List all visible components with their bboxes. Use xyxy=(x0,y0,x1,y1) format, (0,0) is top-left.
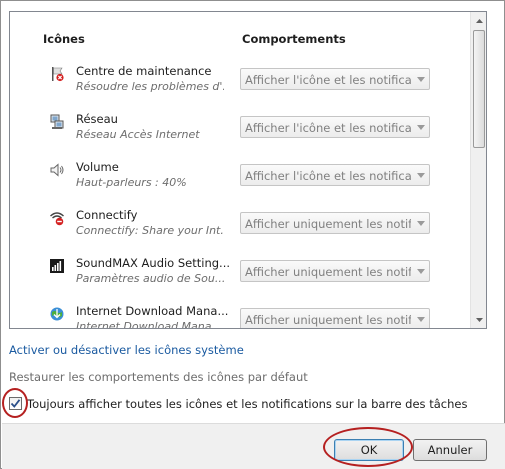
column-header-behaviors: Comportements xyxy=(242,32,346,46)
list-item: Volume Haut-parleurs : 40% Afficher l'ic… xyxy=(10,156,470,204)
network-icon xyxy=(49,114,65,130)
always-show-all-icons-label[interactable]: Toujours afficher toutes les icônes et l… xyxy=(27,397,467,411)
behavior-selected-value: Afficher uniquement les notificati xyxy=(245,265,411,279)
scrollbar-thumb[interactable] xyxy=(473,30,485,148)
vertical-scrollbar[interactable] xyxy=(470,12,486,328)
behavior-selected-value: Afficher uniquement les notificati xyxy=(245,217,411,231)
behavior-selected-value: Afficher uniquement les notificati xyxy=(245,313,411,327)
behavior-selected-value: Afficher l'icône et les notificatio xyxy=(245,121,411,135)
action-center-flag-icon xyxy=(49,66,65,82)
system-icons-link[interactable]: Activer ou désactiver les icônes système xyxy=(9,343,244,357)
annotation-circle-checkbox xyxy=(2,388,28,418)
list-item: Centre de maintenance Résoudre les probl… xyxy=(10,60,470,108)
icons-list-panel: Icônes Comportements Centre de maintenan… xyxy=(9,11,487,329)
behavior-dropdown[interactable]: Afficher uniquement les notificati xyxy=(240,212,430,234)
behavior-selected-value: Afficher l'icône et les notificatio xyxy=(245,169,411,183)
chevron-down-icon xyxy=(412,213,429,233)
column-header-icons: Icônes xyxy=(43,32,85,46)
speaker-volume-icon xyxy=(49,162,65,178)
item-description: Internet Download Mana... xyxy=(76,320,222,329)
chevron-down-icon xyxy=(412,117,429,137)
item-name: Centre de maintenance xyxy=(76,64,212,78)
annotation-circle-ok xyxy=(323,427,413,467)
item-name: Volume xyxy=(76,160,119,174)
chevron-down-icon xyxy=(412,165,429,185)
behavior-dropdown[interactable]: Afficher l'icône et les notificatio xyxy=(240,68,430,90)
chevron-down-icon xyxy=(412,261,429,281)
item-description: Haut-parleurs : 40% xyxy=(76,176,187,189)
behavior-selected-value: Afficher l'icône et les notificatio xyxy=(245,73,411,87)
scroll-up-arrow-icon[interactable] xyxy=(471,12,486,29)
internet-download-manager-icon xyxy=(49,306,65,322)
chevron-down-icon xyxy=(412,309,429,328)
item-name: Connectify xyxy=(76,208,138,222)
item-description: Connectify: Share your Int... xyxy=(76,224,224,237)
scroll-down-arrow-icon[interactable] xyxy=(471,311,486,328)
list-item: Connectify Connectify: Share your Int...… xyxy=(10,204,470,252)
list-item: Réseau Réseau Accès Internet Afficher l'… xyxy=(10,108,470,156)
behavior-dropdown[interactable]: Afficher uniquement les notificati xyxy=(240,260,430,282)
behavior-dropdown[interactable]: Afficher uniquement les notificati xyxy=(240,308,430,328)
behavior-dropdown[interactable]: Afficher l'icône et les notificatio xyxy=(240,116,430,138)
item-name: SoundMAX Audio Setting... xyxy=(76,256,231,270)
restore-default-behaviors-link: Restaurer les comportements des icônes p… xyxy=(9,370,308,384)
list-item: SoundMAX Audio Setting... Paramètres aud… xyxy=(10,252,470,300)
connectify-wifi-icon xyxy=(49,210,65,226)
item-name: Réseau xyxy=(76,112,118,126)
item-description: Paramètres audio de Sou... xyxy=(76,272,224,285)
behavior-dropdown[interactable]: Afficher l'icône et les notificatio xyxy=(240,164,430,186)
item-description: Réseau Accès Internet xyxy=(76,128,200,141)
cancel-button[interactable]: Annuler xyxy=(413,439,487,461)
list-header: Icônes Comportements xyxy=(10,12,470,46)
item-name: Internet Download Mana... xyxy=(76,304,229,318)
chevron-down-icon xyxy=(412,69,429,89)
list-item: Internet Download Mana... Internet Downl… xyxy=(10,300,470,329)
notification-area-icons-dialog: Icônes Comportements Centre de maintenan… xyxy=(0,0,505,469)
soundmax-icon xyxy=(49,258,65,274)
item-description: Résoudre les problèmes d'... xyxy=(76,80,224,93)
